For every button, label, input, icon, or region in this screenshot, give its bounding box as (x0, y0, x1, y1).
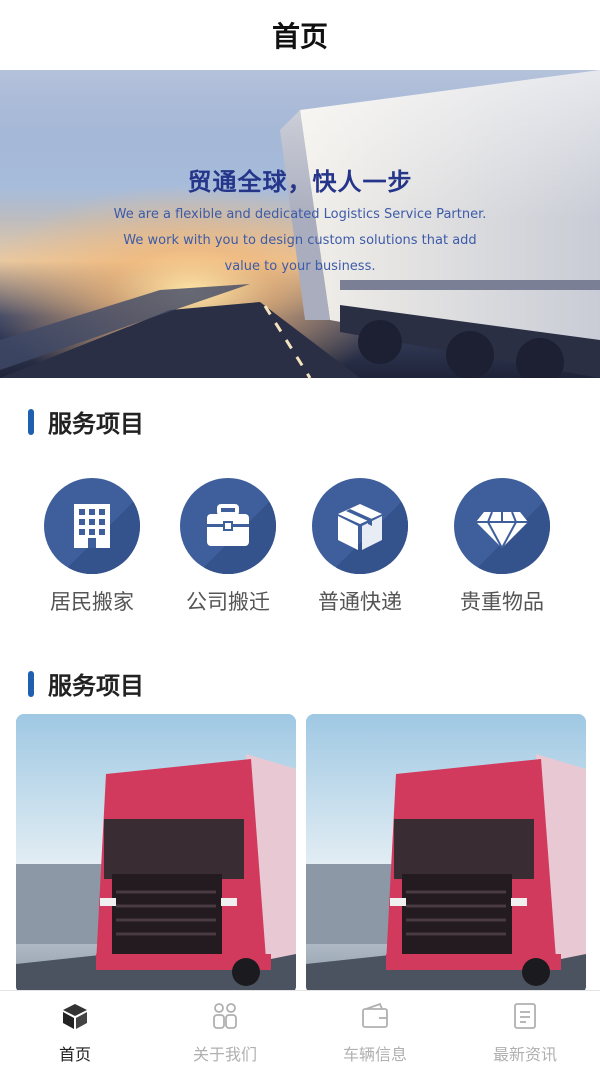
cube-icon (63, 1004, 87, 1029)
service-label: 贵重物品 (460, 590, 544, 614)
tab-about-us[interactable]: 关于我们 (150, 991, 300, 1069)
tab-label: 最新资讯 (492, 1045, 557, 1064)
projects-section-header: 服务项目 (28, 666, 144, 701)
service-label: 公司搬迁 (186, 590, 270, 614)
wallet-icon (362, 1002, 388, 1028)
service-item-express-delivery[interactable]: 普通快递 (300, 478, 420, 616)
bottom-tab-bar: 首页 关于我们 车辆信息 最新资讯 (0, 990, 600, 1069)
red-truck-image (16, 714, 296, 994)
services-section-header: 服务项目 (28, 404, 144, 439)
project-card[interactable] (16, 714, 296, 994)
tab-vehicle-info[interactable]: 车辆信息 (300, 991, 450, 1069)
section-title: 服务项目 (48, 672, 144, 700)
service-label: 居民搬家 (50, 590, 134, 614)
banner-subtext-line: value to your business. (224, 259, 376, 274)
service-item-valuables[interactable]: 贵重物品 (442, 478, 562, 616)
section-accent-bar (28, 670, 34, 697)
diamond-icon (454, 478, 550, 574)
banner-headline: 贸通全球，快人一步 (187, 168, 413, 196)
tab-label: 首页 (58, 1045, 91, 1064)
section-title: 服务项目 (48, 410, 144, 438)
tab-latest-news[interactable]: 最新资讯 (450, 991, 600, 1069)
app-header: 首页 (0, 0, 600, 70)
page-title: 首页 (271, 20, 328, 53)
banner-subtext-line: We work with you to design custom soluti… (123, 233, 477, 248)
hero-banner[interactable]: 贸通全球，快人一步 We are a flexible and dedicate… (0, 70, 600, 378)
tab-label: 车辆信息 (342, 1045, 407, 1064)
service-label: 普通快递 (318, 590, 402, 614)
tab-label: 关于我们 (192, 1045, 257, 1064)
building-icon (44, 478, 140, 574)
red-truck-image (306, 714, 586, 994)
project-card[interactable] (306, 714, 586, 994)
section-accent-bar (28, 408, 34, 435)
people-icon (213, 1003, 237, 1029)
service-item-company-relocation[interactable]: 公司搬迁 (168, 478, 288, 616)
tab-home[interactable]: 首页 (0, 991, 150, 1069)
service-item-residential-move[interactable]: 居民搬家 (32, 478, 152, 616)
document-icon (514, 1003, 536, 1029)
briefcase-icon (180, 478, 276, 574)
banner-subtext: We are a flexible and dedicated Logistic… (90, 202, 510, 280)
banner-subtext-line: We are a flexible and dedicated Logistic… (113, 207, 487, 222)
package-icon (312, 478, 408, 574)
